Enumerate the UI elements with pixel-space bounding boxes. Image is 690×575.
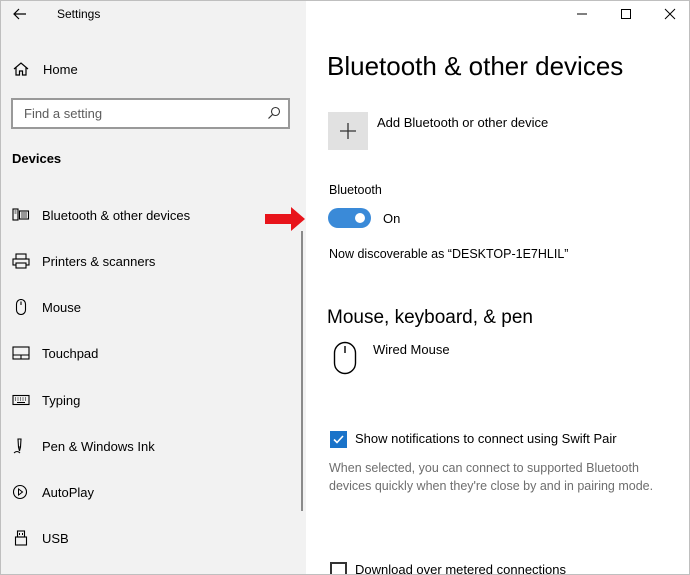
swift-pair-label[interactable]: Show notifications to connect using Swif…: [355, 431, 617, 446]
devices-heading: Mouse, keyboard, & pen: [327, 307, 533, 328]
sidebar-scrollbar[interactable]: [301, 231, 303, 511]
annotation-arrow-icon: [265, 207, 305, 231]
maximize-icon: [621, 9, 631, 19]
bluetooth-devices-icon: [12, 208, 30, 221]
home-icon: [13, 62, 29, 76]
minimize-icon: [577, 13, 587, 15]
bluetooth-toggle-state: On: [383, 211, 401, 226]
search-input[interactable]: [13, 100, 253, 127]
back-arrow-icon: [13, 8, 26, 20]
bluetooth-label: Bluetooth: [329, 183, 382, 197]
metered-label[interactable]: Download over metered connections: [355, 562, 566, 574]
close-button[interactable]: [660, 4, 680, 24]
section-heading-devices: Devices: [12, 151, 62, 166]
main-content: Bluetooth & other devices Add Bluetooth …: [306, 1, 689, 574]
plus-icon: [340, 123, 356, 139]
swift-pair-description: When selected, you can connect to suppor…: [329, 461, 654, 493]
maximize-button[interactable]: [616, 4, 636, 24]
sidebar-item-label: USB: [42, 531, 69, 546]
back-button[interactable]: [9, 3, 31, 25]
metered-checkbox[interactable]: [330, 562, 347, 574]
keyboard-icon: [12, 394, 30, 406]
sidebar-item-typing[interactable]: Typing: [1, 382, 301, 418]
sidebar-item-touchpad[interactable]: Touchpad: [1, 335, 301, 371]
sidebar-item-autoplay[interactable]: AutoPlay: [1, 474, 301, 510]
checkmark-icon: [333, 435, 344, 444]
sidebar-item-label: AutoPlay: [42, 485, 95, 500]
home-label: Home: [43, 62, 78, 77]
sidebar-item-usb[interactable]: USB: [1, 520, 301, 556]
touchpad-icon: [12, 346, 30, 360]
sidebar-item-label: Touchpad: [42, 346, 99, 361]
bluetooth-toggle[interactable]: [328, 208, 371, 228]
sidebar-item-mouse[interactable]: Mouse: [1, 289, 301, 325]
device-name[interactable]: Wired Mouse: [373, 342, 450, 357]
sidebar-item-label: Pen & Windows Ink: [42, 439, 155, 454]
mouse-icon: [333, 341, 357, 375]
sidebar-item-printers[interactable]: Printers & scanners: [1, 243, 301, 279]
sidebar-item-label: Typing: [42, 393, 81, 408]
sidebar-item-label: Bluetooth & other devices: [42, 208, 191, 223]
title-bar: Settings: [1, 1, 306, 29]
mouse-icon: [15, 299, 27, 315]
sidebar: Settings Home Devices Bluetooth &: [1, 1, 306, 574]
printer-icon: [12, 253, 30, 269]
search-icon[interactable]: [267, 106, 281, 120]
sidebar-item-label: Printers & scanners: [42, 254, 156, 269]
swift-pair-checkbox[interactable]: [330, 431, 347, 448]
discoverable-text: Now discoverable as “DESKTOP-1E7HLIL”: [329, 247, 569, 261]
sidebar-item-pen[interactable]: Pen & Windows Ink: [1, 428, 301, 464]
autoplay-icon: [12, 484, 28, 500]
add-device-label[interactable]: Add Bluetooth or other device: [377, 115, 548, 130]
search-box[interactable]: [11, 98, 290, 129]
add-device-button[interactable]: [328, 112, 368, 150]
sidebar-item-bluetooth[interactable]: Bluetooth & other devices: [1, 197, 301, 233]
sidebar-item-label: Mouse: [42, 300, 82, 315]
settings-window: Settings Home Devices Bluetooth &: [0, 0, 690, 575]
pen-icon: [13, 438, 22, 454]
app-title: Settings: [57, 7, 101, 21]
sidebar-item-home[interactable]: Home: [1, 55, 306, 83]
page-title: Bluetooth & other devices: [327, 51, 624, 81]
minimize-button[interactable]: [572, 4, 592, 24]
usb-icon: [14, 530, 28, 546]
close-icon: [664, 8, 676, 20]
toggle-knob: [355, 213, 365, 223]
